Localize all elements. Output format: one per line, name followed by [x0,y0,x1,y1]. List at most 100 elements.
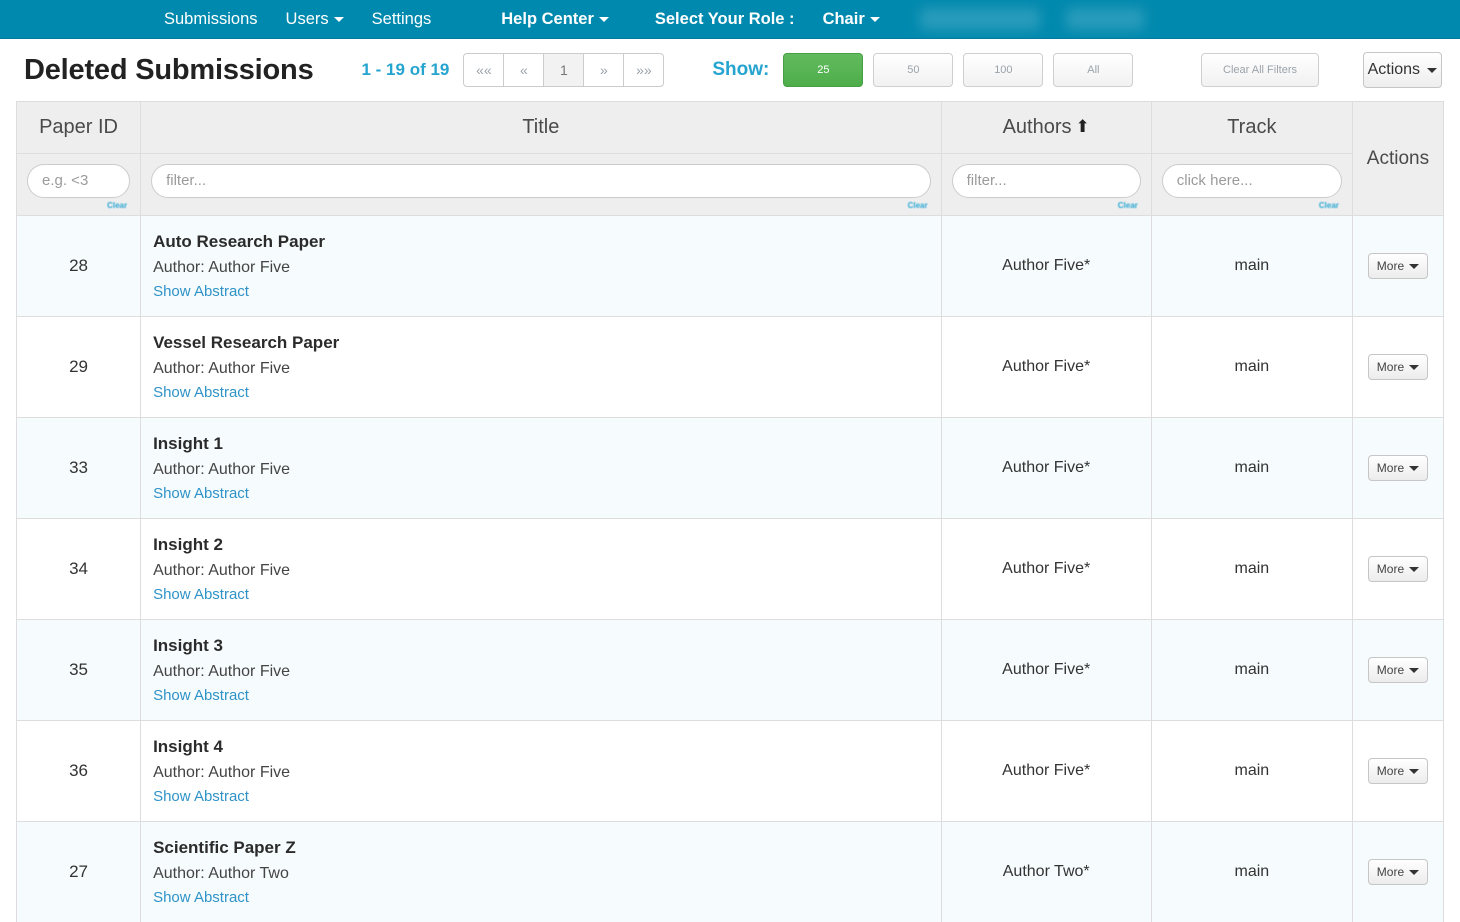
cell-title: Scientific Paper Z Author: Author Two Show… [140,821,942,922]
table-body: 28 Auto Research Paper Author: Author Five… [15,215,1445,922]
cell-actions: More [1351,619,1445,721]
submission-title[interactable]: Insight 4 [153,737,941,757]
cell-authors: Author Five* [940,518,1152,620]
show-abstract-link[interactable]: Show Abstract [153,687,941,704]
more-dropdown-label: More [1376,259,1405,273]
table-row: 29 Vessel Research Paper Author: Author Fi… [15,316,1445,418]
more-dropdown-button[interactable]: More [1367,556,1428,582]
clear-all-filters-button[interactable]: Clear All Filters [1201,53,1319,87]
more-dropdown-label: More [1376,764,1405,778]
show-abstract-link[interactable]: Show Abstract [153,788,941,805]
chevron-down-icon [869,16,880,22]
deleted-submissions-table: Paper ID Title Authors⬆ Track Actions Cl… [15,101,1445,922]
cell-authors: Author Five* [940,215,1152,317]
pagination-first-button[interactable]: «« [463,53,505,87]
nav-item-role-chair[interactable]: Chair [809,0,894,39]
cell-actions: More [1351,417,1445,519]
cell-track: main [1150,619,1353,721]
column-header-track[interactable]: Track [1150,101,1353,154]
pagination-page-1-button[interactable]: 1 [543,53,585,87]
nav-item-submissions[interactable]: Submissions [150,0,272,39]
show-abstract-link[interactable]: Show Abstract [153,889,941,906]
table-row: 36 Insight 4 Author: Author Five Show Abstr… [15,720,1445,822]
cell-actions: More [1351,316,1445,418]
submission-author: Author: Author Five [153,562,291,579]
more-dropdown-button[interactable]: More [1367,455,1428,481]
more-dropdown-button[interactable]: More [1367,354,1428,380]
more-dropdown-button[interactable]: More [1367,859,1428,885]
cell-actions: More [1351,720,1445,822]
actions-dropdown-button[interactable]: Actions [1362,52,1442,88]
cell-track: main [1150,821,1353,922]
pagination-next-button[interactable]: » [583,53,625,87]
page-size-50-button[interactable]: 50 [873,53,954,87]
cell-paper-id: 36 [15,720,142,822]
submission-title[interactable]: Insight 1 [153,434,941,454]
table-row: 28 Auto Research Paper Author: Author Five… [15,215,1445,317]
clear-authors-filter-link[interactable]: Clear [952,201,1141,210]
show-abstract-link[interactable]: Show Abstract [153,586,941,603]
chevron-down-icon [1409,465,1420,471]
column-header-authors[interactable]: Authors ⬆ [940,101,1152,154]
chevron-down-icon [333,16,344,22]
cell-track: main [1150,215,1353,317]
column-header-paper-id[interactable]: Paper ID [15,101,142,154]
cell-authors: Author Five* [940,720,1152,822]
page-size-100-button[interactable]: 100 [963,53,1044,87]
table-row: 34 Insight 2 Author: Author Five Show Abstr… [15,518,1445,620]
submission-author: Author: Author Two [153,865,289,882]
nav-item-help-center[interactable]: Help Center [487,0,623,39]
show-abstract-link[interactable]: Show Abstract [153,283,941,300]
cell-authors: Author Two* [940,821,1152,922]
clear-title-filter-link[interactable]: Clear [151,201,931,210]
nav-item-settings[interactable]: Settings [358,0,446,39]
more-dropdown-button[interactable]: More [1367,253,1428,279]
cell-paper-id: 27 [15,821,142,922]
filter-cell-title: Clear [140,153,942,216]
more-dropdown-button[interactable]: More [1367,657,1428,683]
pagination-prev-button[interactable]: « [503,53,545,87]
cell-paper-id: 33 [15,417,142,519]
more-dropdown-label: More [1376,865,1405,879]
more-dropdown-button[interactable]: More [1367,758,1428,784]
column-header-title[interactable]: Title [140,101,942,154]
submission-title[interactable]: Vessel Research Paper [153,333,941,353]
submission-title[interactable]: Scientific Paper Z [153,838,941,858]
nav-item-users-label: Users [285,9,329,28]
cell-actions: More [1351,821,1445,922]
table-row: 33 Insight 1 Author: Author Five Show Abstr… [15,417,1445,519]
cell-title: Insight 3 Author: Author Five Show Abstrac… [140,619,942,721]
authors-filter-input[interactable] [951,163,1141,198]
submission-title[interactable]: Insight 2 [153,535,941,555]
chevron-down-icon [1409,263,1420,269]
clear-track-filter-link[interactable]: Clear [1162,201,1342,210]
cell-track: main [1150,417,1353,519]
paper-id-filter-input[interactable] [27,163,131,198]
page-size-all-button[interactable]: All [1053,53,1134,87]
more-dropdown-label: More [1376,562,1405,576]
track-filter-input[interactable] [1161,163,1342,198]
column-header-authors-label: Authors [1002,116,1072,138]
table-row: 27 Scientific Paper Z Author: Author Two Sh… [15,821,1445,922]
cell-paper-id: 29 [15,316,142,418]
cell-title: Insight 4 Author: Author Five Show Abstrac… [140,720,942,822]
nav-item-users[interactable]: Users [272,0,358,39]
cell-authors: Author Five* [940,619,1152,721]
cell-track: main [1150,518,1353,620]
submission-author: Author: Author Five [153,663,291,680]
pagination-last-button[interactable]: »» [623,53,665,87]
title-filter-input[interactable] [151,163,931,198]
submission-author: Author: Author Five [153,360,291,377]
sort-ascending-icon: ⬆ [1075,117,1090,136]
show-abstract-link[interactable]: Show Abstract [153,485,941,502]
submission-title[interactable]: Insight 3 [153,636,941,656]
submissions-table-container: Paper ID Title Authors⬆ Track Actions Cl… [0,101,1460,922]
more-dropdown-label: More [1376,461,1405,475]
cell-title: Vessel Research Paper Author: Author Five… [140,316,942,418]
show-abstract-link[interactable]: Show Abstract [153,384,941,401]
redacted-user-name [919,8,1040,30]
more-dropdown-label: More [1376,663,1405,677]
submission-title[interactable]: Auto Research Paper [153,232,941,252]
page-size-25-button[interactable]: 25 [783,53,864,87]
clear-paper-id-filter-link[interactable]: Clear [27,201,130,210]
